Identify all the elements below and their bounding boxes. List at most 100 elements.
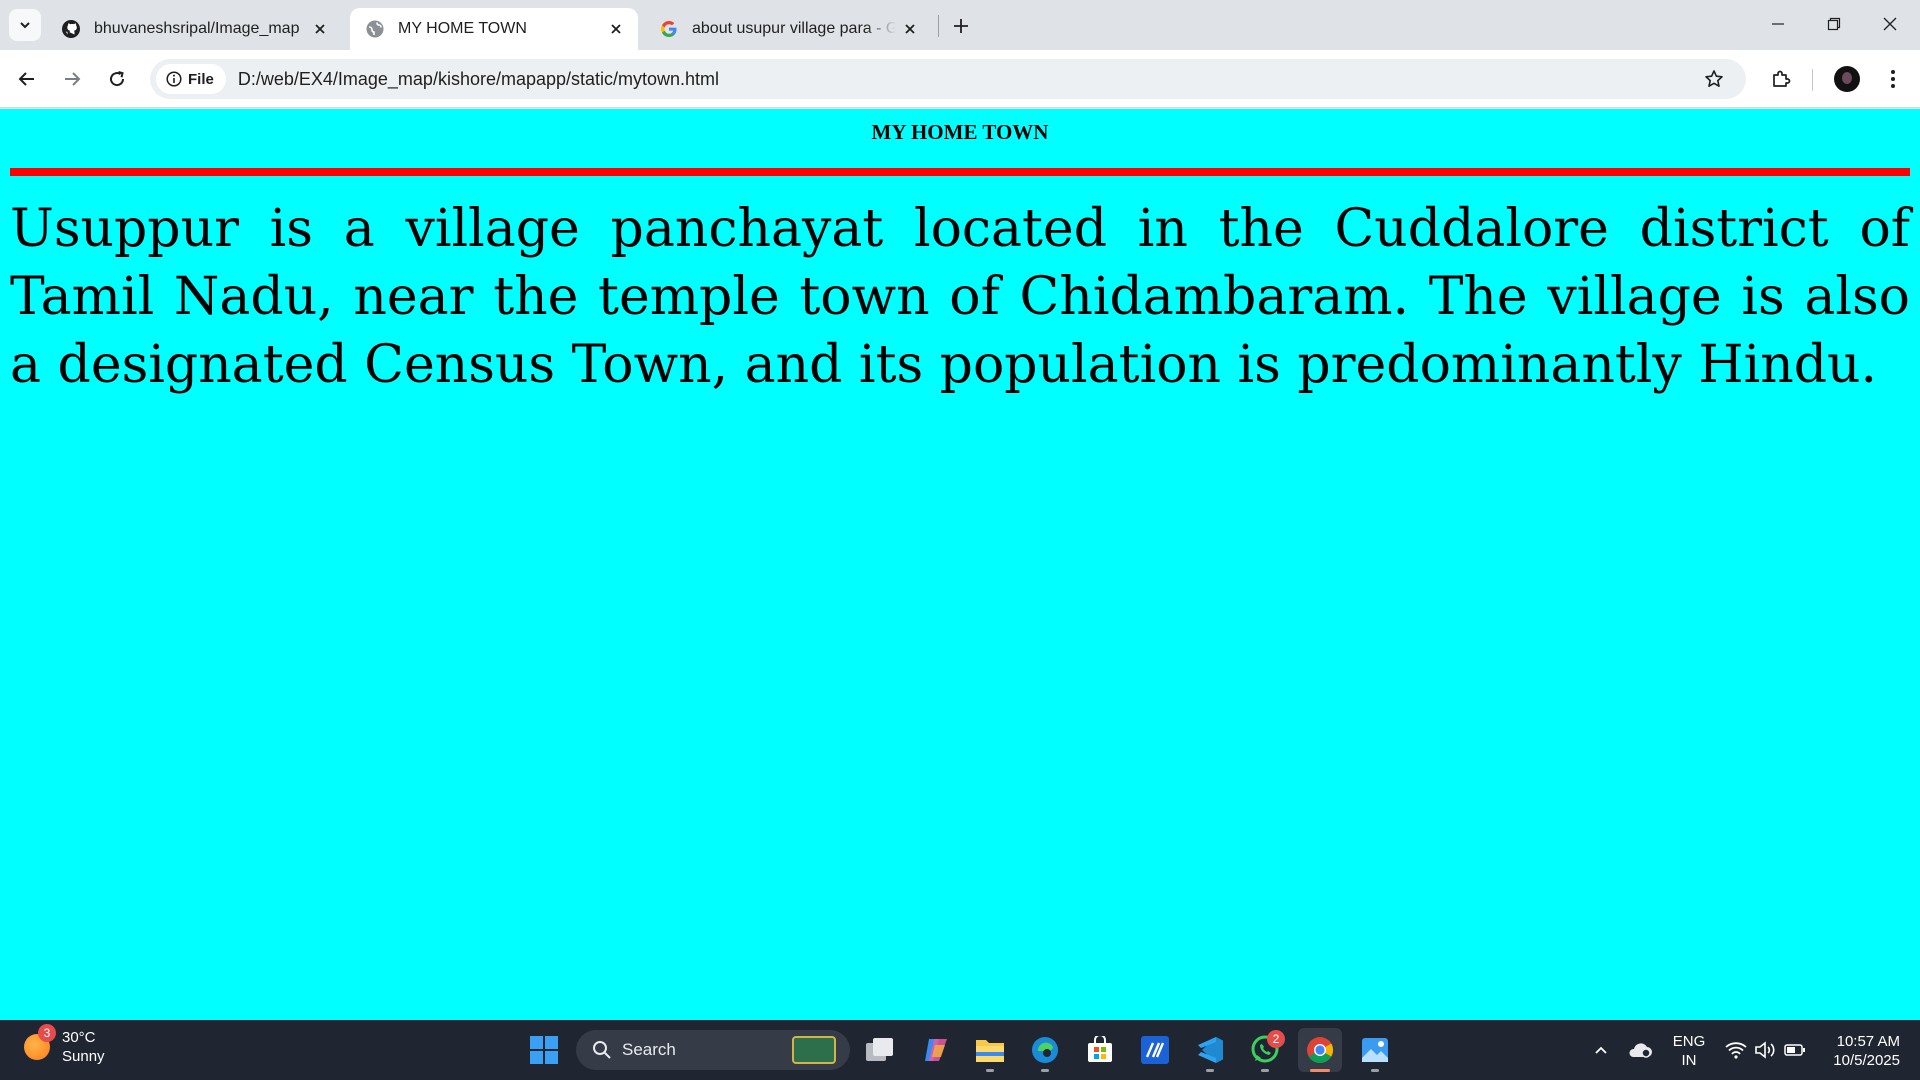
running-indicator: [1041, 1069, 1049, 1072]
chevron-down-icon: [20, 22, 30, 29]
site-info-chip[interactable]: File: [156, 64, 226, 94]
editor-app[interactable]: [1133, 1028, 1177, 1072]
close-icon: [1883, 17, 1897, 31]
language-code: ENG: [1672, 1033, 1706, 1050]
start-button[interactable]: [522, 1028, 566, 1072]
region-code: IN: [1681, 1052, 1697, 1069]
volume-icon: [1755, 1041, 1775, 1059]
cloud-icon: [1629, 1043, 1652, 1058]
forward-button[interactable]: [55, 62, 89, 96]
file-explorer-app[interactable]: [968, 1028, 1012, 1072]
reload-icon: [110, 71, 125, 87]
close-icon[interactable]: [306, 15, 334, 43]
puzzle-icon: [1773, 70, 1791, 87]
browser-toolbar: File D:/web/EX4/Image_map/kishore/mapapp…: [0, 50, 1920, 108]
minimize-icon: [1772, 23, 1784, 25]
back-button[interactable]: [10, 62, 44, 96]
photos-app[interactable]: [1353, 1028, 1397, 1072]
tab-strip: bhuvaneshsripal/Image_map MY HOME TOWN a…: [0, 0, 1920, 50]
chrome-app[interactable]: [1298, 1028, 1342, 1072]
tab-title: MY HOME TOWN: [398, 20, 527, 37]
github-icon: [60, 18, 82, 40]
sun-icon: 3: [24, 1024, 56, 1060]
close-window-button[interactable]: [1862, 6, 1918, 42]
bookmark-button[interactable]: [1700, 65, 1728, 93]
temperature: 30°C: [62, 1029, 96, 1046]
tab-google-search[interactable]: about usupur village para - Google Searc…: [644, 8, 932, 50]
weather-widget[interactable]: 3 30°C Sunny: [24, 1024, 105, 1066]
running-indicator: [1261, 1069, 1269, 1072]
page-title: MY HOME TOWN: [871, 120, 1049, 144]
clock-time: 10:57 AM: [1836, 1033, 1900, 1050]
whatsapp-app[interactable]: 2: [1243, 1028, 1287, 1072]
extensions-button[interactable]: [1764, 62, 1798, 96]
kebab-menu-icon: [1891, 70, 1895, 88]
task-view-icon: [866, 1038, 893, 1061]
edge-icon: [1032, 1037, 1058, 1063]
taskbar-search[interactable]: Search: [576, 1030, 850, 1070]
language-indicator[interactable]: ENG IN: [1666, 1032, 1712, 1070]
photos-icon: [1362, 1038, 1388, 1062]
copilot-icon: [925, 1039, 947, 1061]
horizontal-rule: [10, 168, 1910, 176]
menu-button[interactable]: [1876, 62, 1910, 96]
tab-separator: [938, 15, 939, 37]
notification-badge: 3: [38, 1024, 56, 1042]
tab-github[interactable]: bhuvaneshsripal/Image_map: [46, 8, 342, 50]
search-label: Search: [622, 1040, 676, 1059]
running-indicator: [986, 1069, 994, 1072]
address-bar[interactable]: File D:/web/EX4/Image_map/kishore/mapapp…: [150, 59, 1746, 99]
clock[interactable]: 10:57 AM 10/5/2025: [1816, 1032, 1900, 1070]
volume-button[interactable]: [1750, 1020, 1780, 1080]
vscode-app[interactable]: [1188, 1028, 1232, 1072]
windows-icon: [530, 1036, 558, 1064]
running-indicator: [1310, 1069, 1330, 1072]
chrome-icon: [1307, 1037, 1334, 1064]
battery-icon: [1784, 1044, 1805, 1056]
tab-title: about usupur village para - Google Searc…: [692, 20, 896, 37]
close-icon[interactable]: [602, 15, 630, 43]
vscode-icon: [1198, 1037, 1223, 1063]
profile-avatar[interactable]: [1834, 66, 1860, 92]
reload-button[interactable]: [100, 62, 134, 96]
info-icon: [166, 71, 182, 87]
star-icon: [1705, 70, 1723, 87]
close-icon[interactable]: [896, 15, 924, 43]
wifi-button[interactable]: [1720, 1020, 1752, 1080]
tab-title: bhuvaneshsripal/Image_map: [94, 20, 300, 37]
arrow-right-icon: [65, 72, 81, 86]
store-icon: [1088, 1036, 1112, 1062]
search-icon: [593, 1041, 611, 1059]
new-tab-button[interactable]: [946, 11, 976, 41]
app-icon: [1141, 1036, 1169, 1064]
google-icon: [658, 18, 680, 40]
weather-condition: Sunny: [62, 1048, 105, 1065]
wifi-icon: [1725, 1042, 1747, 1059]
edge-app[interactable]: [1023, 1028, 1067, 1072]
folder-icon: [976, 1040, 1004, 1062]
tab-my-home-town[interactable]: MY HOME TOWN: [350, 8, 638, 50]
tab-search-button[interactable]: [9, 9, 41, 41]
onedrive-button[interactable]: [1622, 1020, 1658, 1080]
site-chip-label: File: [188, 70, 214, 88]
page-paragraph: Usuppur is a village panchayat located i…: [10, 199, 1910, 395]
copilot-app[interactable]: [914, 1028, 958, 1072]
globe-icon: [364, 18, 386, 40]
search-highlight-icon: [792, 1036, 836, 1064]
clock-date: 10/5/2025: [1833, 1052, 1900, 1069]
toolbar-separator: [1812, 69, 1813, 91]
task-view-button[interactable]: [858, 1028, 902, 1072]
restore-icon: [1827, 17, 1841, 31]
show-hidden-icons-button[interactable]: [1584, 1020, 1618, 1080]
plus-icon: [954, 19, 968, 33]
running-indicator: [1371, 1069, 1379, 1072]
url-text[interactable]: D:/web/EX4/Image_map/kishore/mapapp/stat…: [238, 69, 719, 90]
store-app[interactable]: [1078, 1028, 1122, 1072]
page-viewport: MY HOME TOWN Usuppur is a village pancha…: [0, 109, 1920, 1020]
running-indicator: [1206, 1069, 1214, 1072]
battery-button[interactable]: [1780, 1020, 1810, 1080]
notification-badge: 2: [1267, 1030, 1285, 1048]
minimize-button[interactable]: [1750, 6, 1806, 42]
taskbar: 3 30°C Sunny Search 2 ENG IN 10:57 AM 10…: [0, 1020, 1920, 1080]
restore-button[interactable]: [1806, 6, 1862, 42]
